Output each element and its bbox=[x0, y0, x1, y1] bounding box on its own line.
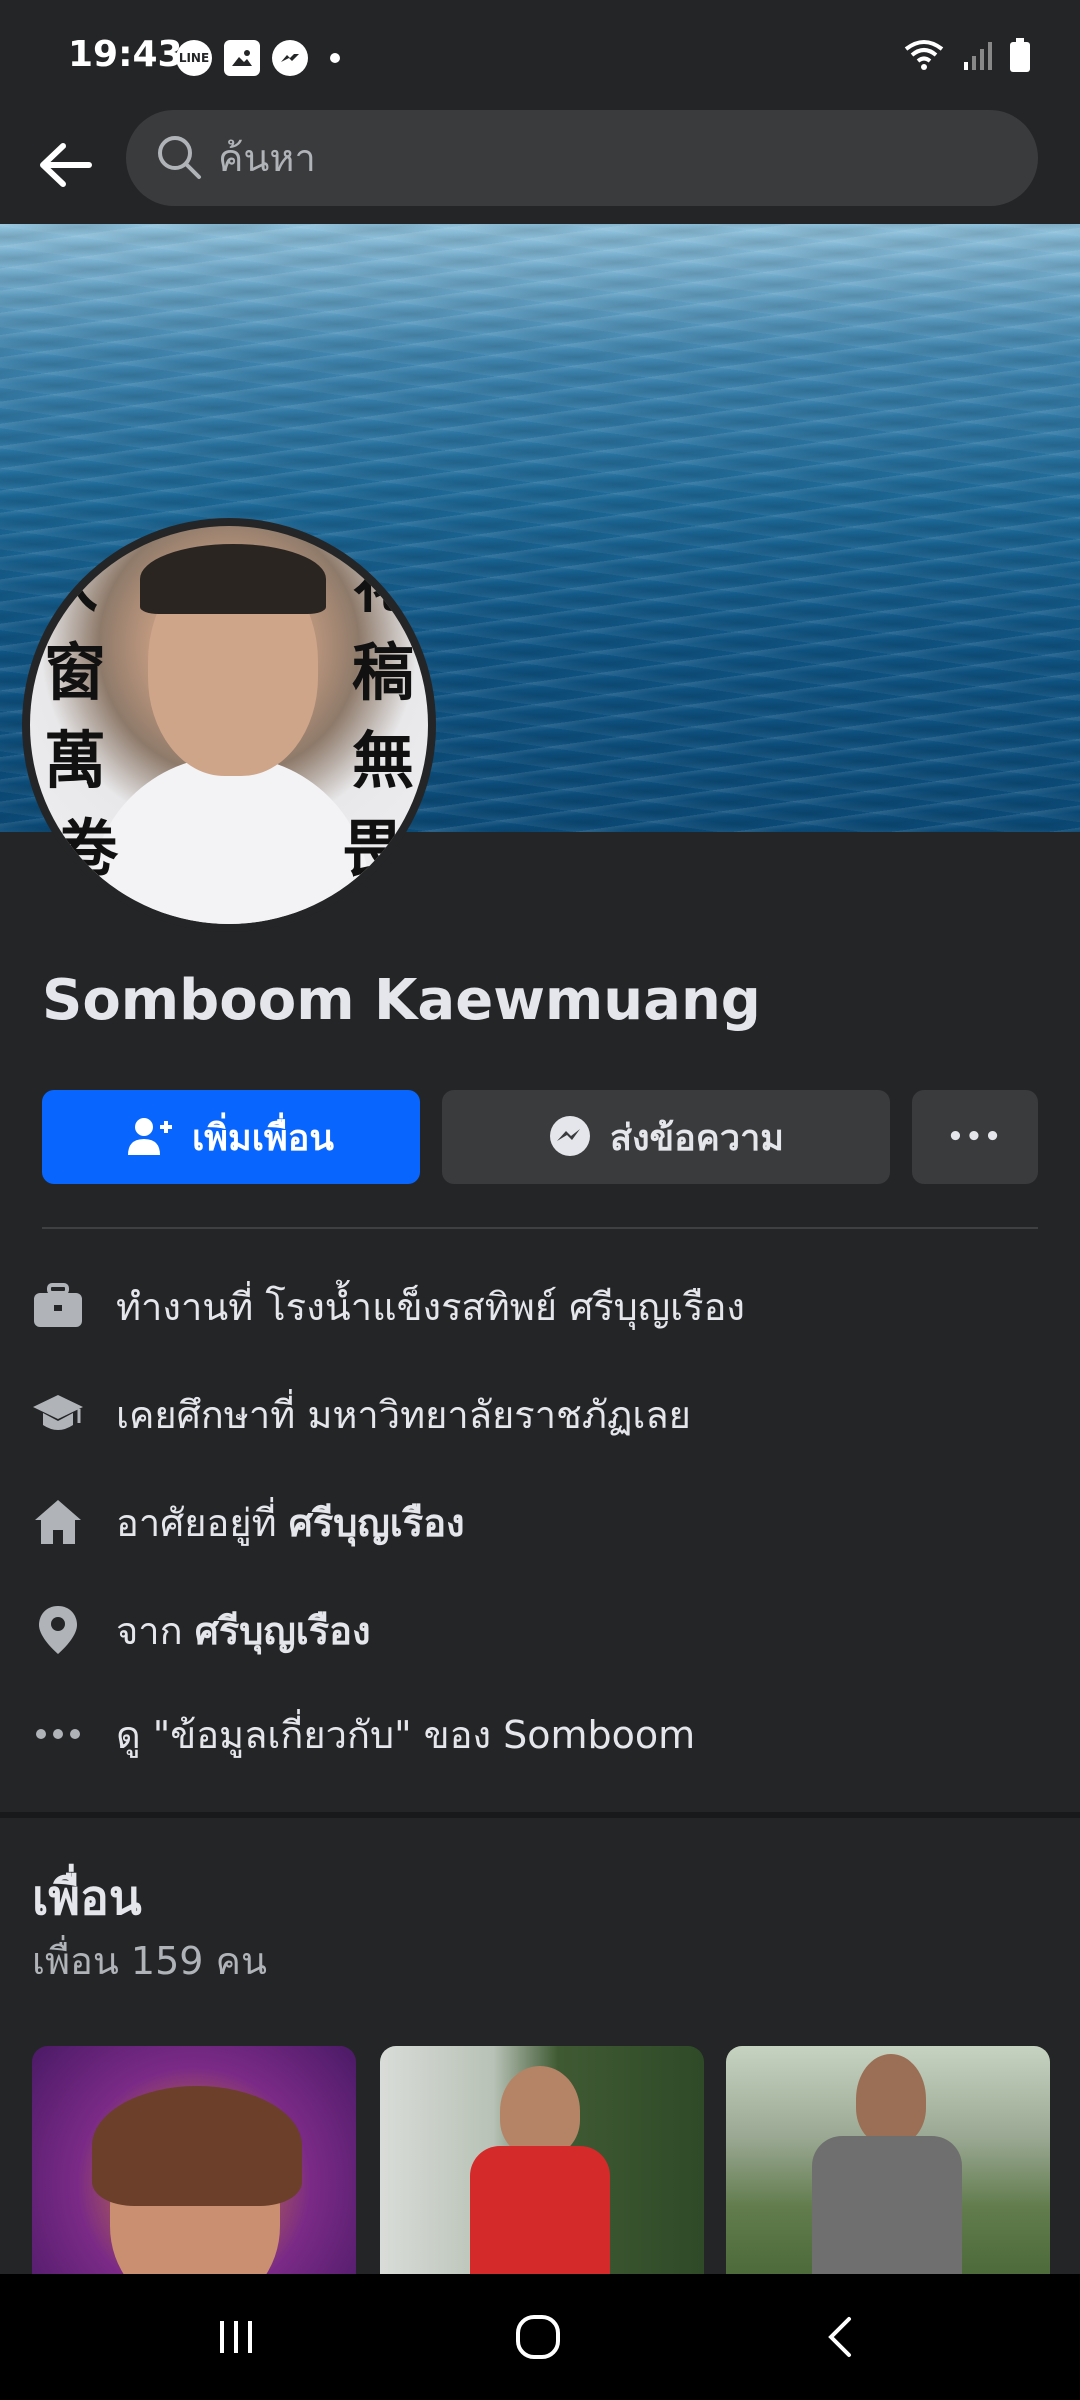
avatar-glyph: 萬 bbox=[44, 724, 107, 797]
status-bar: 19:43 LINE bbox=[0, 0, 1080, 110]
friend-card[interactable] bbox=[726, 2046, 1050, 2276]
back-arrow-icon bbox=[40, 143, 92, 187]
messenger-icon bbox=[272, 40, 308, 76]
avatar-glyph: 花 bbox=[352, 548, 415, 621]
messenger-icon bbox=[549, 1116, 590, 1156]
battery-icon bbox=[1010, 38, 1030, 72]
friend-card[interactable] bbox=[380, 2046, 704, 2276]
send-message-button[interactable]: ส่งข้อความ bbox=[442, 1090, 890, 1184]
avatar-glyph: 窗 bbox=[44, 636, 107, 709]
friend-photo-hair bbox=[92, 2086, 302, 2206]
home-icon bbox=[30, 1494, 86, 1550]
friend-photo-shirt bbox=[812, 2136, 962, 2276]
intro-from[interactable]: จาก ศรีบุญเรือง bbox=[0, 1590, 1080, 1670]
profile-avatar[interactable]: 入 窗 萬 卷 花 稿 無 畏 bbox=[22, 518, 436, 932]
graduation-cap-icon bbox=[30, 1386, 86, 1442]
wifi-icon bbox=[904, 40, 944, 70]
avatar-glyph: 稿 bbox=[352, 636, 415, 709]
friend-card[interactable] bbox=[32, 2046, 356, 2276]
intro-from-text: จาก ศรีบุญเรือง bbox=[116, 1608, 371, 1653]
see-about-link[interactable]: ดู "ข้อมูลเกี่ยวกับ" ของ Somboom bbox=[116, 1704, 695, 1765]
section-separator bbox=[0, 1812, 1080, 1818]
avatar-glyph: 入 bbox=[36, 548, 99, 621]
back-nav-button[interactable] bbox=[800, 2302, 880, 2372]
avatar-shirt bbox=[90, 756, 370, 924]
friends-section-title[interactable]: เพื่อน bbox=[32, 1860, 142, 1936]
intro-lives-text: อาศัยอยู่ที่ ศรีบุญเรือง bbox=[116, 1500, 465, 1545]
more-dots-icon: ••• bbox=[947, 1122, 1003, 1152]
more-notifications-dot bbox=[330, 53, 340, 63]
intro-lives-in[interactable]: อาศัยอยู่ที่ ศรีบุญเรือง bbox=[0, 1482, 1080, 1562]
friend-photo-shirt bbox=[470, 2146, 610, 2276]
back-button[interactable] bbox=[30, 130, 100, 200]
notification-icons: LINE bbox=[176, 40, 340, 76]
more-horizontal-icon bbox=[30, 1706, 86, 1762]
avatar-glyph: 無 bbox=[352, 724, 415, 797]
friend-photo-person bbox=[500, 2066, 580, 2156]
more-options-button[interactable]: ••• bbox=[912, 1090, 1038, 1184]
add-friend-label: เพิ่มเพื่อน bbox=[191, 1117, 335, 1159]
search-input[interactable]: ค้นหา bbox=[218, 110, 316, 206]
intro-work-text: ทำงานที่ โรงน้ำแข็งรสทิพย์ ศรีบุญเรือง bbox=[116, 1284, 745, 1329]
send-message-label: ส่งข้อความ bbox=[609, 1117, 785, 1159]
avatar-hair bbox=[140, 544, 326, 614]
avatar-glyph: 卷 bbox=[56, 812, 119, 885]
home-button[interactable] bbox=[498, 2302, 578, 2372]
top-bar: ค้นหา bbox=[0, 110, 1080, 224]
friend-photo-person bbox=[856, 2054, 926, 2144]
intro-work[interactable]: ทำงานที่ โรงน้ำแข็งรสทิพย์ ศรีบุญเรือง bbox=[0, 1266, 1080, 1346]
search-box[interactable]: ค้นหา bbox=[126, 110, 1038, 206]
gallery-icon bbox=[224, 40, 260, 76]
line-icon-label: LINE bbox=[178, 51, 210, 65]
signal-icon bbox=[964, 42, 992, 70]
system-nav-bar bbox=[0, 2274, 1080, 2400]
line-icon: LINE bbox=[176, 40, 212, 76]
chevron-left-icon bbox=[828, 2317, 851, 2357]
home-circle-icon bbox=[516, 2315, 560, 2359]
briefcase-icon bbox=[30, 1278, 86, 1334]
system-icons bbox=[904, 38, 1030, 72]
profile-name: Somboom Kaewmuang bbox=[42, 968, 761, 1033]
intro-education[interactable]: เคยศึกษาที่ มหาวิทยาลัยราชภัฏเลย bbox=[0, 1374, 1080, 1454]
avatar-photo: 入 窗 萬 卷 花 稿 無 畏 bbox=[30, 526, 428, 924]
add-friend-button[interactable]: เพิ่มเพื่อน bbox=[42, 1090, 420, 1184]
recent-apps-button[interactable] bbox=[196, 2302, 276, 2372]
avatar-glyph: 畏 bbox=[342, 812, 405, 885]
divider bbox=[42, 1227, 1038, 1229]
intro-see-about[interactable]: ดู "ข้อมูลเกี่ยวกับ" ของ Somboom bbox=[0, 1694, 1080, 1774]
friends-count: เพื่อน 159 คน bbox=[32, 1939, 267, 1983]
location-pin-icon bbox=[30, 1602, 86, 1658]
intro-education-text: เคยศึกษาที่ มหาวิทยาลัยราชภัฏเลย bbox=[116, 1392, 691, 1437]
add-friend-icon bbox=[127, 1118, 172, 1155]
status-time: 19:43 bbox=[68, 34, 183, 75]
recent-apps-icon bbox=[220, 2321, 252, 2353]
search-icon bbox=[158, 136, 201, 179]
